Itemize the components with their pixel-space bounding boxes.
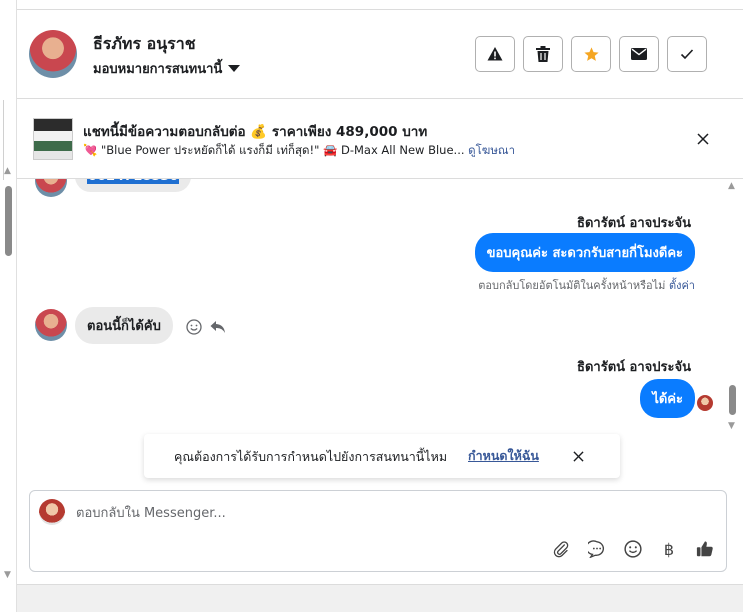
thread-scrollbar[interactable]: ▲ ▼ [725, 179, 741, 435]
view-ad-link[interactable]: ดูโฆษณา [468, 143, 515, 157]
ad-thumbnail[interactable] [33, 118, 73, 160]
assign-prompt-toast: คุณต้องการได้รับการกำหนดไปยังการสนทนานี้… [144, 434, 620, 478]
scroll-thumb[interactable] [729, 385, 736, 415]
thumbs-up-icon [696, 541, 713, 557]
scroll-thumb[interactable] [5, 186, 12, 256]
seen-receipt-avatar [697, 395, 713, 411]
message-bubble-outgoing[interactable]: ขอบคุณค่ะ สะดวกรับสายกี่โมงดีคะ [474, 233, 695, 272]
mail-icon [631, 48, 647, 60]
close-icon [697, 133, 709, 145]
star-icon [583, 46, 599, 61]
scroll-down-arrow-icon[interactable]: ▼ [4, 570, 11, 580]
message-bubble-incoming[interactable]: 0624718530 [75, 179, 192, 192]
mark-done-button[interactable] [667, 36, 707, 72]
sender-name: ธิดารัตน์ อาจประจัน [577, 216, 691, 231]
page-avatar [39, 499, 65, 525]
warning-icon [487, 47, 503, 61]
header-actions [475, 36, 707, 72]
auto-reply-note: ตอบกลับโดยอัตโนมัติในครั้งหน้าหรือไม่ ตั… [478, 276, 695, 294]
contact-message-avatar[interactable] [35, 309, 67, 341]
delete-button[interactable] [523, 36, 563, 72]
saved-replies-button[interactable] [586, 538, 608, 560]
paperclip-icon [553, 541, 569, 558]
reply-button[interactable] [209, 318, 227, 336]
trash-icon [536, 46, 550, 62]
message-bubble-outgoing[interactable]: ได้ค่ะ [640, 379, 695, 418]
window-bottom-edge [17, 584, 743, 612]
contact-avatar[interactable] [29, 30, 77, 78]
attach-file-button[interactable] [550, 538, 572, 560]
conversation-header: ธีรภัทร อนุราช มอบหมายการสนทนานี้ [17, 10, 743, 99]
ad-context-bar: แชทนี้มีข้อความตอบกลับต่อ 💰 ราคาเพียง 48… [17, 99, 743, 179]
mail-button[interactable] [619, 36, 659, 72]
scroll-down-arrow-icon[interactable]: ▼ [728, 421, 735, 431]
baht-icon: ฿ [663, 539, 675, 559]
star-button[interactable] [571, 36, 611, 72]
message-bubble-incoming[interactable]: ตอนนี้ก็ได้คับ [75, 307, 173, 344]
caret-down-icon [228, 65, 241, 72]
composer-toolbar: ฿ [550, 538, 716, 560]
contact-name[interactable]: ธีรภัทร อนุราช [93, 32, 196, 57]
dismiss-toast-button[interactable] [570, 448, 586, 464]
left-scrollbar[interactable]: ▲ ▼ [0, 0, 17, 612]
ad-title: แชทนี้มีข้อความตอบกลับต่อ 💰 ราคาเพียง 48… [83, 124, 428, 140]
auto-reply-text: ตอบกลับโดยอัตโนมัติในครั้งหน้าหรือไม่ [478, 279, 666, 292]
reply-input[interactable] [76, 501, 676, 525]
chat-bubble-icon [588, 540, 605, 558]
sender-name: ธิดารัตน์ อาจประจัน [577, 360, 691, 375]
assign-prompt-text: คุณต้องการได้รับการกำหนดไปยังการสนทนานี้… [174, 449, 448, 464]
auto-reply-settings-link[interactable]: ตั้งค่า [669, 279, 695, 292]
react-emoji-button[interactable] [185, 318, 203, 336]
reply-composer: ฿ [29, 490, 727, 572]
check-icon [680, 49, 694, 60]
scroll-up-arrow-icon[interactable]: ▲ [728, 181, 735, 191]
scroll-up-arrow-icon[interactable]: ▲ [4, 166, 11, 176]
reply-arrow-icon [210, 321, 225, 333]
send-like-button[interactable] [694, 538, 716, 560]
emoji-button[interactable] [622, 538, 644, 560]
emoji-icon [186, 319, 202, 335]
selected-phone-number[interactable]: 0624718530 [87, 179, 180, 184]
ad-subtitle: 💘 "Blue Power ประหยัดก็ได้ แรงก็มี เท่ก็… [83, 142, 515, 160]
contact-message-avatar[interactable] [35, 179, 67, 197]
close-icon [572, 450, 584, 462]
top-divider [17, 0, 743, 10]
assign-to-me-link[interactable]: กำหนดให้ฉัน [468, 446, 539, 466]
messenger-inbox-window: ▲ ▼ ธีรภัทร อนุราช มอบหมายการสนทนานี้ แช… [0, 0, 743, 612]
assign-label: มอบหมายการสนทนานี้ [93, 62, 223, 77]
emoji-icon [624, 540, 642, 558]
report-button[interactable] [475, 36, 515, 72]
assign-conversation-dropdown[interactable]: มอบหมายการสนทนานี้ [93, 58, 241, 79]
payment-button[interactable]: ฿ [658, 538, 680, 560]
ad-description: 💘 "Blue Power ประหยัดก็ได้ แรงก็มี เท่ก็… [83, 143, 465, 157]
close-ad-bar-button[interactable] [693, 129, 713, 149]
